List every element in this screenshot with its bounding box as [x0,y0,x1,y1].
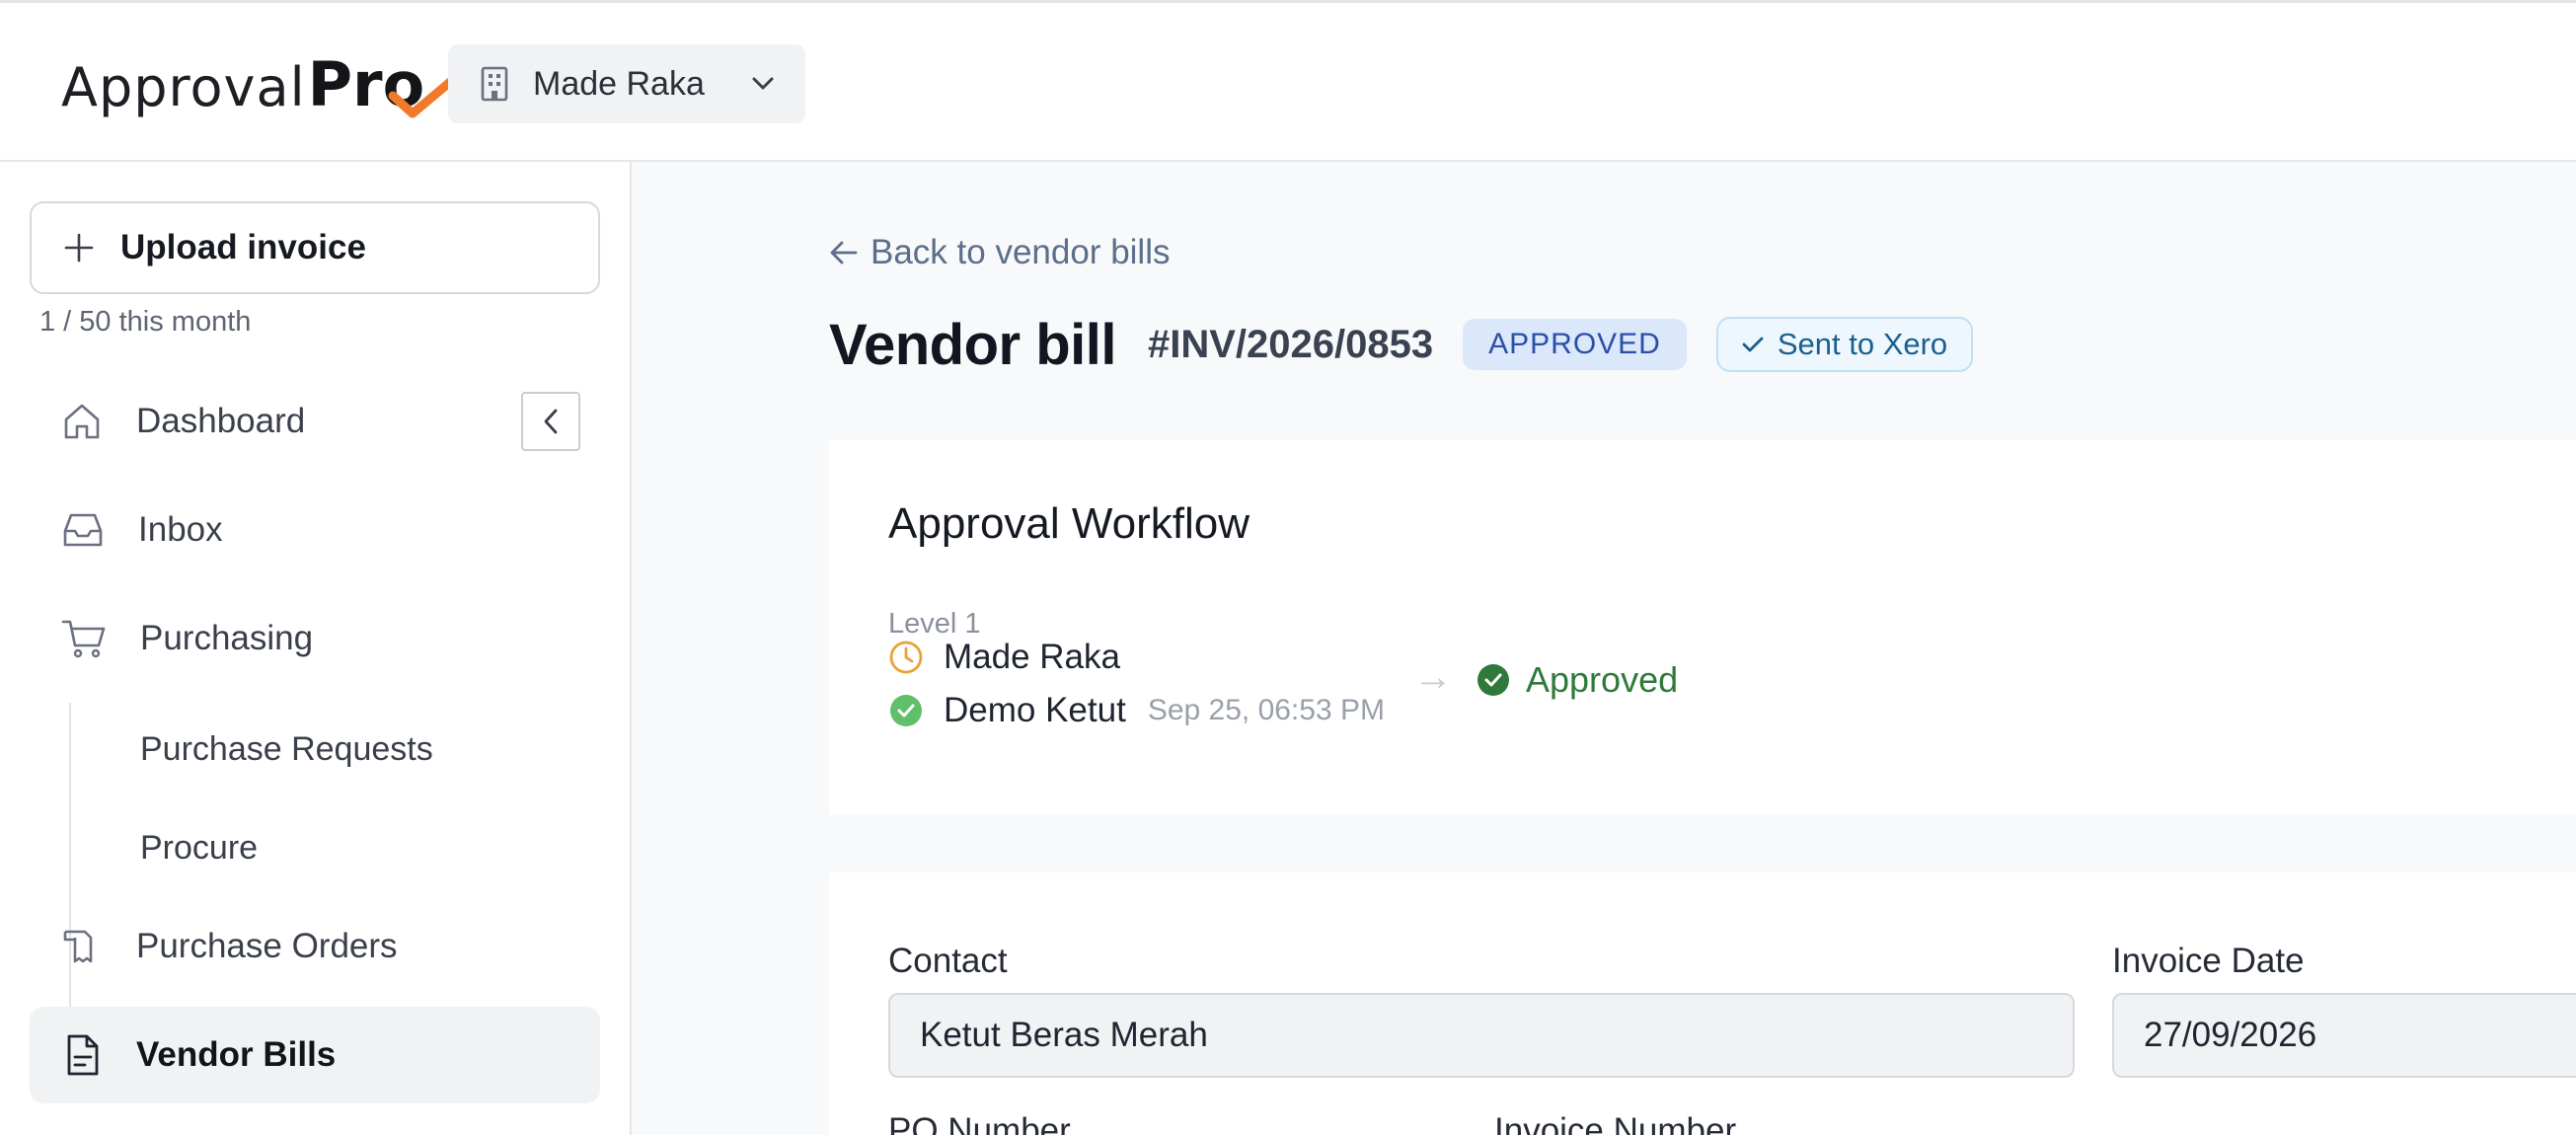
back-link-label: Back to vendor bills [871,233,1171,271]
arrow-right-icon: → [1413,655,1453,699]
logo-prefix: Approval [61,56,306,118]
sidebar-item-label: Dashboard [136,402,306,440]
clock-icon [889,641,923,674]
page-title: Vendor bill [829,312,1117,377]
status-badge: APPROVED [1463,319,1687,370]
file-icon [67,1034,99,1076]
contact-field[interactable]: Ketut Beras Merah [888,993,2075,1078]
xero-badge-label: Sent to Xero [1777,327,1948,361]
approver-name: Demo Ketut [944,691,1126,729]
approver-row: Made Raka [888,638,1120,677]
page-header: Vendor bill #INV/2026/0853 APPROVED Sent… [829,300,1974,389]
main-content: Back to vendor bills Vendor bill #INV/20… [634,162,2576,1135]
check-circle-icon [1477,664,1509,696]
plus-icon [64,233,94,263]
workflow-level: Level 1 [888,608,981,640]
upload-invoice-label: Upload invoice [120,228,366,266]
inbox-icon [63,513,103,547]
workflow-result: Approved [1477,659,1678,701]
chevron-left-icon [544,409,558,434]
submenu-divider [69,703,71,1048]
contact-label: Contact [888,942,1008,980]
home-icon [64,404,100,439]
building-icon [481,66,508,102]
sidebar-item-inbox[interactable]: Inbox [30,482,600,578]
chevron-down-icon [752,77,774,90]
invoice-number: #INV/2026/0853 [1148,322,1434,366]
po-number-label: PO Number [888,1111,1071,1135]
invoice-number-label: Invoice Number [1494,1111,1737,1135]
app-logo[interactable]: Approval Pro [61,48,466,127]
check-icon [1742,337,1764,352]
organization-switcher[interactable]: Made Raka [448,44,805,123]
collapse-sidebar-button[interactable] [521,392,580,451]
arrow-left-icon [830,241,858,265]
invoice-date-field[interactable]: 27/09/2026 [2112,993,2576,1078]
invoice-date-label: Invoice Date [2112,942,2305,980]
bill-details-form: Contact Ketut Beras Merah Invoice Date 2… [829,872,2576,1135]
sidebar-item-purchase-orders[interactable]: Purchase Orders [30,898,600,995]
organization-name: Made Raka [533,64,705,103]
sidebar-item-label: Purchasing [140,619,314,657]
top-header: Approval Pro Made Raka [0,0,2576,162]
upload-invoice-button[interactable]: Upload invoice [30,201,600,294]
workflow-result-label: Approved [1526,659,1679,700]
back-to-vendor-bills-link[interactable]: Back to vendor bills [829,233,1170,272]
approver-name: Made Raka [944,638,1120,676]
sidebar-item-purchasing[interactable]: Purchasing [30,590,600,687]
sidebar-item-vendor-bills[interactable]: Vendor Bills [30,1007,600,1103]
approval-timestamp: Sep 25, 06:53 PM [1147,694,1385,726]
sidebar-item-label: Inbox [138,510,223,549]
sidebar-item-label: Vendor Bills [136,1035,337,1074]
sidebar-item-dashboard[interactable]: Dashboard [30,373,600,470]
approval-workflow-card: Approval Workflow Level 1 Made Raka Demo… [829,440,2576,815]
receipt-icon [63,930,93,963]
check-circle-icon [890,695,922,726]
sidebar-subitem-procure[interactable]: Procure [111,817,287,879]
sidebar-item-label: Purchase Orders [136,927,398,965]
cart-icon [61,620,106,658]
workflow-title: Approval Workflow [888,499,1250,548]
upload-quota: 1 / 50 this month [39,306,252,338]
sidebar: Upload invoice 1 / 50 this month Dashboa… [0,162,632,1135]
xero-sync-badge: Sent to Xero [1715,317,1974,372]
sidebar-subitem-purchase-requests[interactable]: Purchase Requests [111,719,463,781]
approver-row: Demo Ketut Sep 25, 06:53 PM [888,691,1385,730]
